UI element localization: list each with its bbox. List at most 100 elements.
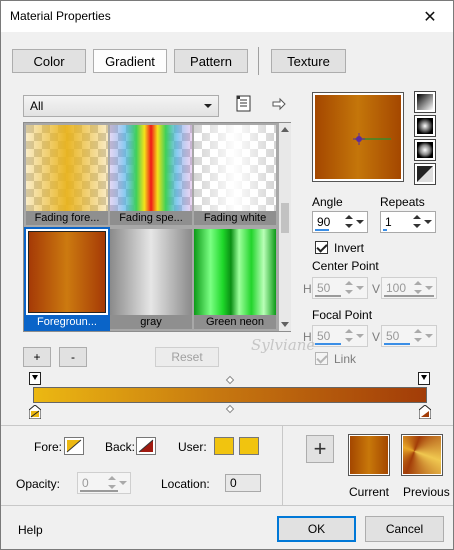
sunburst-style-icon[interactable]: [414, 139, 436, 161]
tab-gradient[interactable]: Gradient: [93, 49, 167, 73]
browse-list-icon[interactable]: [235, 95, 253, 113]
color-midpoint-marker[interactable]: [225, 404, 235, 414]
add-to-swatches-button[interactable]: +: [306, 435, 334, 463]
focal-h-spinner[interactable]: 50: [312, 325, 368, 347]
focal-h-slider-bar: [315, 343, 341, 345]
tab-pattern[interactable]: Pattern: [174, 49, 248, 73]
gradient-thumb-gray[interactable]: gray: [110, 229, 192, 329]
center-h-slider-bar: [315, 295, 341, 297]
center-v-label: V: [372, 282, 381, 296]
focal-v-label: V: [372, 330, 381, 344]
gradient-thumb-foreground-background[interactable]: Foregroun...: [24, 227, 110, 331]
location-label: Location:: [161, 477, 210, 491]
section-divider: [1, 425, 453, 426]
color-stop-left[interactable]: [28, 404, 42, 420]
chevron-down-icon[interactable]: [356, 334, 364, 338]
section-divider-vertical: [282, 425, 283, 505]
gradient-category-select[interactable]: All: [23, 95, 219, 117]
cancel-button[interactable]: Cancel: [365, 516, 444, 542]
gradient-thumb-fading-white[interactable]: Fading white: [194, 125, 276, 225]
opacity-stop-left[interactable]: [29, 372, 41, 385]
opacity-label: Opacity:: [16, 477, 61, 491]
invert-checkbox[interactable]: [315, 241, 328, 254]
spinner-arrows-icon[interactable]: [413, 327, 423, 345]
gradient-thumb-label: gray: [110, 315, 192, 329]
center-v-slider-bar: [384, 295, 434, 297]
angle-spinner[interactable]: 90: [312, 211, 368, 233]
location-field[interactable]: 0: [225, 474, 261, 492]
center-v-value: 100: [386, 281, 407, 295]
chevron-down-icon[interactable]: [425, 334, 433, 338]
rectangular-style-icon[interactable]: [414, 115, 436, 137]
gradient-preview[interactable]: [312, 92, 404, 182]
link-checkbox[interactable]: [315, 352, 328, 365]
tab-texture[interactable]: Texture: [271, 49, 346, 73]
title-bar: Material Properties ✕: [1, 1, 453, 32]
gradient-grid-scrollbar[interactable]: [279, 123, 291, 331]
spinner-arrows-icon[interactable]: [344, 279, 354, 297]
center-v-spinner[interactable]: 100: [381, 277, 437, 299]
spinner-arrows-icon[interactable]: [344, 327, 354, 345]
scrollbar-thumb[interactable]: [281, 203, 289, 233]
opacity-value: 0: [82, 476, 89, 490]
tab-divider: [258, 47, 259, 75]
tab-bar: Color Gradient Pattern Texture: [1, 32, 453, 82]
back-label: Back:: [105, 440, 136, 454]
linear-style-icon[interactable]: [414, 91, 436, 113]
back-color-swatch[interactable]: [136, 437, 156, 455]
gradient-thumb-fading-spectrum[interactable]: Fading spe...: [110, 125, 192, 225]
fore-color-swatch[interactable]: [64, 437, 84, 455]
user-color-swatch[interactable]: [214, 437, 234, 455]
tab-color[interactable]: Color: [12, 49, 86, 73]
opacity-midpoint-marker[interactable]: [225, 375, 235, 385]
reset-button[interactable]: Reset: [155, 347, 219, 367]
scroll-down-icon[interactable]: [281, 322, 289, 327]
chevron-down-icon[interactable]: [356, 220, 364, 224]
repeats-label: Repeats: [380, 195, 425, 209]
arrow-right-icon[interactable]: [271, 96, 287, 112]
focal-point-label: Focal Point: [312, 308, 373, 322]
link-label: Link: [334, 352, 357, 366]
center-point-label: Center Point: [312, 259, 379, 273]
dropdown-arrow-icon: [204, 104, 212, 108]
center-h-value: 50: [317, 281, 331, 295]
scroll-up-icon[interactable]: [281, 127, 289, 132]
center-h-label: H: [303, 282, 312, 296]
focal-v-spinner[interactable]: 50: [381, 325, 437, 347]
angle-value: 90: [317, 215, 331, 229]
watermark-signature: Sylviane: [251, 336, 316, 354]
chevron-down-icon[interactable]: [424, 220, 432, 224]
focal-v-value: 50: [386, 329, 400, 343]
color-stop-right[interactable]: [418, 404, 432, 420]
previous-material-swatch[interactable]: [401, 434, 443, 476]
gradient-thumb-label: Fading fore...: [26, 211, 108, 225]
add-gradient-button[interactable]: +: [23, 347, 51, 367]
window-title: Material Properties: [10, 9, 111, 23]
chevron-down-icon[interactable]: [425, 286, 433, 290]
gradient-thumb-label: Fading spe...: [110, 211, 192, 225]
gradient-thumb-green-neon[interactable]: Green neon: [194, 229, 276, 329]
chevron-down-icon[interactable]: [119, 481, 127, 485]
gradient-thumb-image: [26, 125, 108, 211]
plus-icon: +: [313, 436, 327, 461]
ok-button[interactable]: OK: [277, 516, 356, 542]
spinner-arrows-icon[interactable]: [412, 213, 422, 231]
gradient-thumb-label: Fading white: [194, 211, 276, 225]
focal-h-value: 50: [317, 329, 331, 343]
help-link[interactable]: Help: [18, 523, 43, 537]
opacity-spinner[interactable]: 0: [77, 472, 131, 494]
user-color-swatch-2[interactable]: [239, 437, 259, 455]
gradient-thumb-fading-foreground[interactable]: Fading fore...: [26, 125, 108, 225]
close-icon[interactable]: ✕: [407, 1, 453, 32]
current-material-swatch[interactable]: [348, 434, 390, 476]
opacity-stop-right[interactable]: [418, 372, 430, 385]
center-h-spinner[interactable]: 50: [312, 277, 368, 299]
repeats-spinner[interactable]: 1: [380, 211, 436, 233]
delete-gradient-button[interactable]: -: [59, 347, 87, 367]
spinner-arrows-icon[interactable]: [344, 213, 354, 231]
radial-style-icon[interactable]: [414, 163, 436, 185]
invert-label: Invert: [334, 241, 365, 255]
gradient-editor-bar[interactable]: [33, 387, 427, 403]
chevron-down-icon[interactable]: [356, 286, 364, 290]
gradient-category-value: All: [30, 99, 44, 113]
